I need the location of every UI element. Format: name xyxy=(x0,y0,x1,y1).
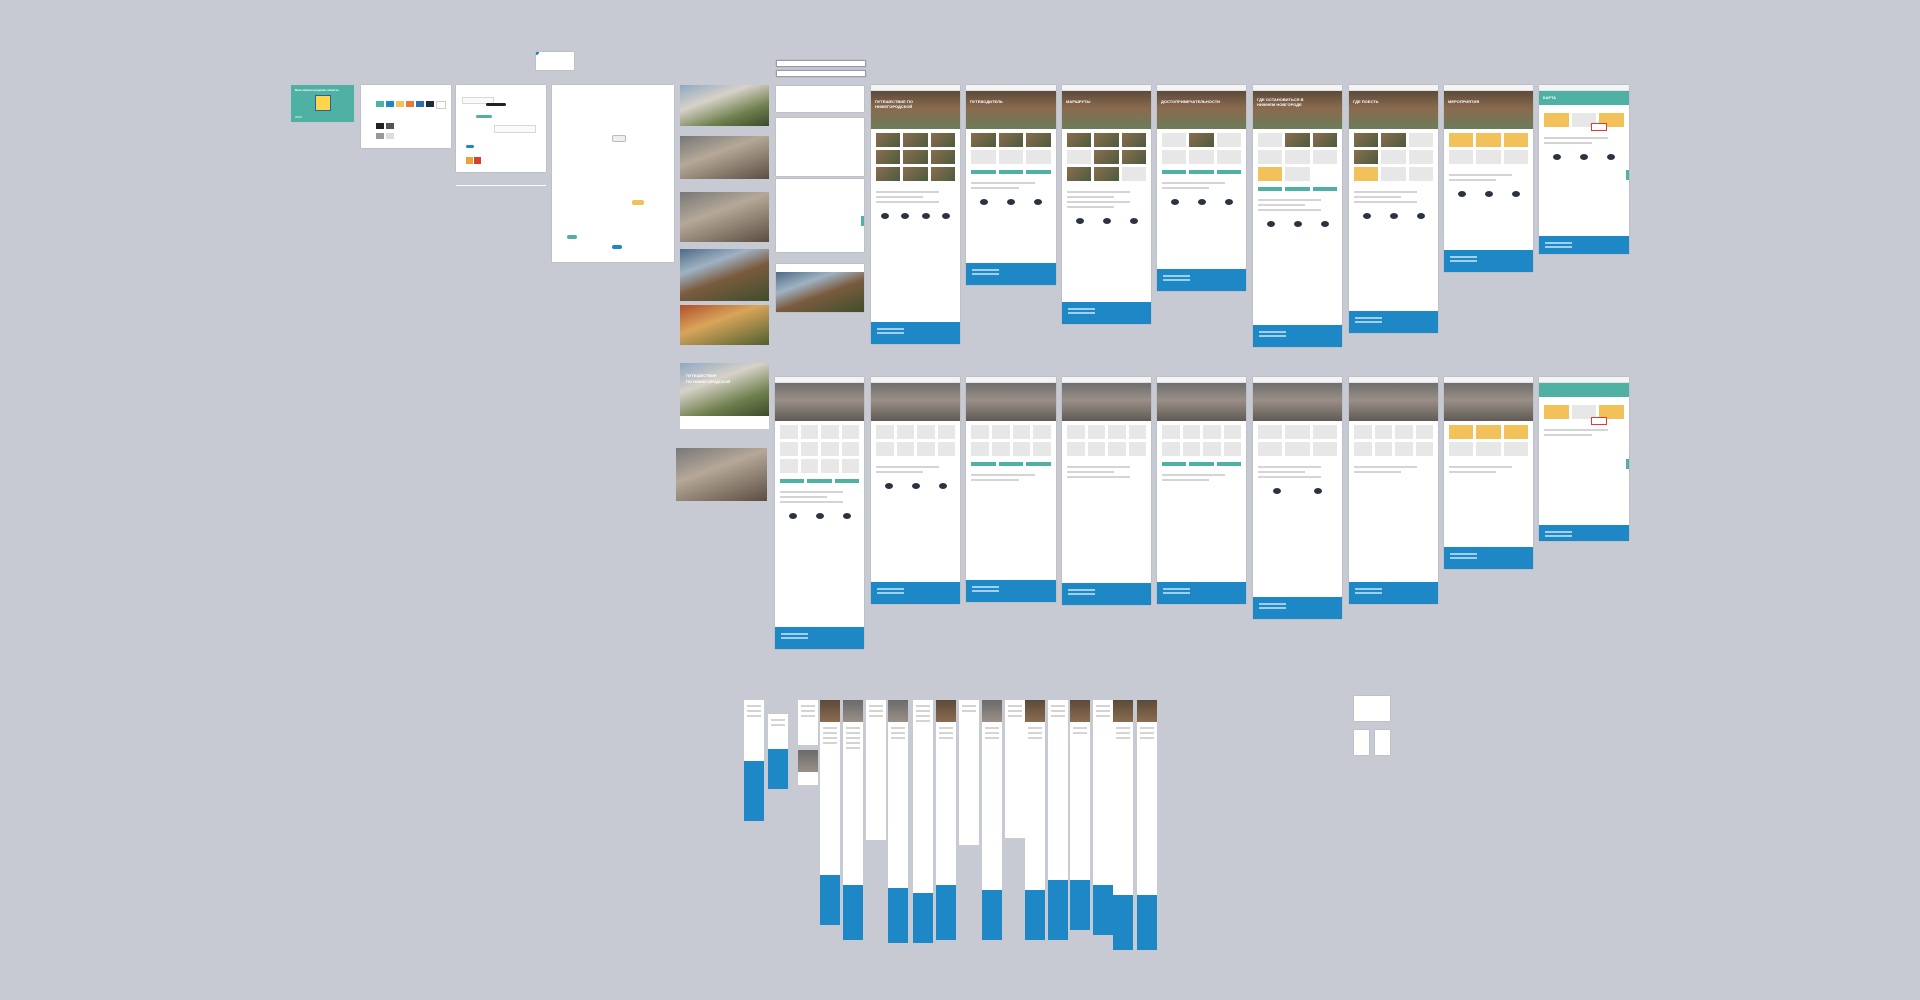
mobile-page[interactable] xyxy=(936,700,956,940)
mobile-page[interactable] xyxy=(1113,700,1133,950)
popup-frame[interactable] xyxy=(1354,730,1369,755)
row1-page[interactable]: Где остановиться в Нижнем Новгороде xyxy=(1253,85,1342,347)
photo-church[interactable] xyxy=(680,85,769,126)
row2-page[interactable] xyxy=(1253,377,1342,619)
mobile-page[interactable] xyxy=(888,700,908,943)
sitemap-node-blue xyxy=(612,245,622,249)
row1-page[interactable]: Путеводитель xyxy=(966,85,1056,285)
mobile-page[interactable] xyxy=(866,700,886,840)
swatch-gray2 xyxy=(386,123,394,129)
ui-kit-red-chip xyxy=(474,157,481,164)
row2-page[interactable] xyxy=(966,377,1056,602)
photo-column-bg xyxy=(680,416,769,429)
popup-frame[interactable] xyxy=(1354,696,1390,721)
color-palette-frame[interactable] xyxy=(361,85,451,148)
mobile-page[interactable] xyxy=(768,714,788,789)
swatch-navy xyxy=(426,101,434,107)
ui-kit-dark-pill xyxy=(486,103,506,106)
row1-page[interactable]: Путешествие по Нижегородской xyxy=(871,85,960,344)
photo-river[interactable] xyxy=(680,249,769,301)
partner-logos xyxy=(871,209,960,223)
swatch-gray1 xyxy=(376,123,384,129)
ui-kit-divider xyxy=(456,185,546,186)
youtube-badge xyxy=(1591,417,1607,425)
cover-subtitle: 2020 xyxy=(295,115,302,119)
row2-page[interactable] xyxy=(871,377,960,604)
photo-hero-subtitle: по Нижегородской xyxy=(686,379,731,384)
mobile-page[interactable] xyxy=(982,700,1002,940)
swatch-orange xyxy=(406,101,414,107)
swatch-white xyxy=(436,101,446,109)
mobile-page[interactable] xyxy=(744,700,764,821)
swatch-yellow xyxy=(396,101,404,107)
sitemap-frame[interactable] xyxy=(552,85,674,262)
ui-kit-blue-pill xyxy=(466,145,474,148)
swatch-blue xyxy=(386,101,394,107)
comment-avatar xyxy=(536,52,539,55)
mobile-page[interactable] xyxy=(1025,700,1045,940)
swatch-darkblue xyxy=(416,101,424,107)
row2-page[interactable] xyxy=(775,377,864,649)
swatch-gray3 xyxy=(376,133,384,139)
swatch-gray4 xyxy=(386,133,394,139)
site-footer xyxy=(871,322,960,344)
row1-page[interactable]: Достопримечательности xyxy=(1157,85,1246,291)
menu-component[interactable] xyxy=(776,86,864,112)
youtube-badge xyxy=(1591,123,1607,131)
row2-page[interactable] xyxy=(1062,377,1151,605)
row2-page[interactable] xyxy=(1157,377,1246,604)
sitemap-node-orange xyxy=(632,200,644,205)
mobile-page[interactable] xyxy=(1070,700,1090,930)
footer-side-tab xyxy=(861,215,864,226)
photo-extra[interactable] xyxy=(676,448,767,501)
cover-logo xyxy=(315,95,331,111)
sitemap-node-teal xyxy=(567,235,577,239)
hero-component-photo xyxy=(776,272,864,312)
photo-square[interactable] xyxy=(680,136,769,179)
photo-hero-title: Путешествие xyxy=(686,373,717,378)
hero-component[interactable] xyxy=(776,264,864,312)
ui-kit-pagination xyxy=(494,125,536,133)
mobile-page[interactable] xyxy=(798,700,818,745)
mobile-page[interactable] xyxy=(959,700,979,845)
photo-festival[interactable] xyxy=(680,305,769,345)
row2-page[interactable] xyxy=(1349,377,1438,604)
row2-page[interactable] xyxy=(1539,377,1629,541)
swatch-teal xyxy=(376,101,384,107)
photo-hero-mock[interactable]: Путешествие по Нижегородской xyxy=(680,363,769,416)
mobile-page[interactable] xyxy=(843,700,863,940)
popup-frame[interactable] xyxy=(1375,730,1390,755)
mobile-page[interactable] xyxy=(820,700,840,925)
footer-component[interactable] xyxy=(776,179,864,252)
row1-page[interactable]: Мероприятия xyxy=(1444,85,1533,272)
menu-component[interactable] xyxy=(776,118,864,176)
row2-page[interactable] xyxy=(1444,377,1533,569)
mobile-page[interactable] xyxy=(1048,700,1068,940)
row1-page[interactable]: Карта xyxy=(1539,85,1629,254)
sitemap-node xyxy=(612,135,626,142)
cover-frame[interactable]: Весь Нижегородская область 2020 xyxy=(291,85,354,122)
photo-kremlin[interactable] xyxy=(680,192,769,242)
cover-title: Весь Нижегородская область xyxy=(295,88,340,92)
mobile-page[interactable] xyxy=(1005,700,1025,838)
ui-kit-orange-chip xyxy=(466,157,473,164)
mobile-page[interactable] xyxy=(913,700,933,943)
mobile-page[interactable] xyxy=(798,750,818,785)
ui-kit-teal-pill xyxy=(476,115,492,118)
mobile-page[interactable] xyxy=(1093,700,1113,935)
header-component[interactable] xyxy=(776,60,866,67)
ui-kit-frame[interactable] xyxy=(456,85,546,172)
row1-hero: Путешествие по Нижегородской xyxy=(871,91,960,129)
row1-page[interactable]: Где поесть xyxy=(1349,85,1438,333)
row1-page[interactable]: Маршруты xyxy=(1062,85,1151,324)
mobile-page[interactable] xyxy=(1137,700,1157,950)
comment-note[interactable] xyxy=(536,52,574,70)
canvas[interactable]: { "canvas": { "background": "#c8cad3", "… xyxy=(0,0,1920,1000)
header-component[interactable] xyxy=(776,70,866,77)
